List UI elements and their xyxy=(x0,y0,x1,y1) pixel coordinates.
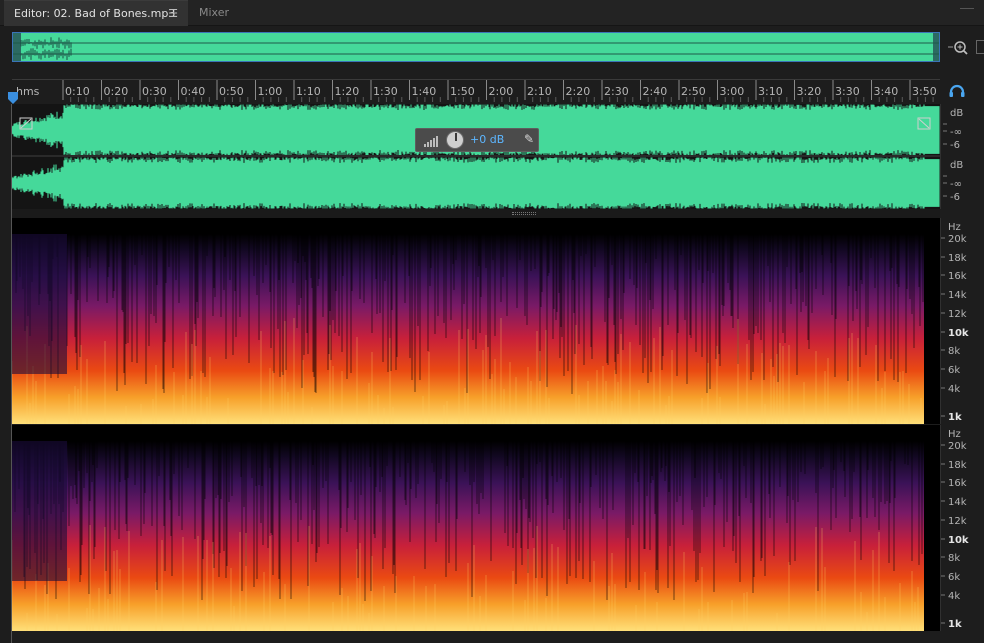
ruler-label: 3:40 xyxy=(874,85,899,98)
hz-label: 8k xyxy=(948,346,960,357)
ruler-label: 3:20 xyxy=(797,85,822,98)
db-minus6-label-ch1: -6 xyxy=(950,140,960,151)
hz-label: 1k xyxy=(948,412,962,423)
ruler-label: 2:50 xyxy=(681,85,706,98)
hz-label: 8k xyxy=(948,553,960,564)
ruler-label: 2:30 xyxy=(604,85,629,98)
hz-label: 4k xyxy=(948,384,960,395)
hz-label: 10k xyxy=(948,328,969,339)
spectral-display-ch2[interactable] xyxy=(12,425,940,631)
hz-label: 14k xyxy=(948,497,967,508)
ruler-label: 3:30 xyxy=(835,85,860,98)
view-splitter[interactable] xyxy=(12,209,940,218)
hz-label: 6k xyxy=(948,365,960,376)
ruler-label: 2:20 xyxy=(566,85,591,98)
frequency-scale-ch2: Hz20k 18k 16k 14k 12k 10k 8k 6k 4k 1k xyxy=(940,425,969,631)
hz-label: 12k xyxy=(948,516,967,527)
ruler-label: 0:20 xyxy=(104,85,129,98)
ruler-label: 0:10 xyxy=(65,85,90,98)
level-meter-icon xyxy=(424,136,438,147)
panel-edge-icon xyxy=(976,40,984,54)
hz-label: 6k xyxy=(948,572,960,583)
ruler-label: 1:30 xyxy=(373,85,398,98)
tab-mixer[interactable]: Mixer xyxy=(189,0,255,26)
volume-knob-icon[interactable] xyxy=(446,131,464,149)
ruler-label: 2:10 xyxy=(527,85,552,98)
ruler-label: 1:10 xyxy=(296,85,321,98)
db-unit-label-ch2: dB xyxy=(950,160,963,171)
hz-label: 16k xyxy=(948,271,967,282)
hz-label: 18k xyxy=(948,253,967,264)
hz-label: 12k xyxy=(948,309,967,320)
hz-label: 20k xyxy=(948,234,967,245)
playhead-marker-icon[interactable] xyxy=(8,92,18,104)
volume-value[interactable]: +0 dB xyxy=(470,133,504,146)
db-inf-label-ch2: -∞ xyxy=(950,179,962,190)
ruler-label: 3:10 xyxy=(758,85,783,98)
ruler-label: 0:40 xyxy=(181,85,206,98)
time-ruler[interactable]: hms 0:10 0:20 0:30 0:40 0:50 1:00 1:10 1:20 1:30… xyxy=(12,79,940,103)
spectrogram-ch2 xyxy=(12,425,940,631)
frequency-scale-ch1: Hz20k 18k 16k 14k 12k 10k 8k 6k 4k 1k xyxy=(940,218,969,424)
hz-label: 14k xyxy=(948,290,967,301)
ruler-label: 2:40 xyxy=(643,85,668,98)
time-ruler-graphic: hms 0:10 0:20 0:30 0:40 0:50 1:00 1:10 1:20 1:30… xyxy=(16,80,937,102)
headphones-icon[interactable] xyxy=(948,84,966,98)
waveform-display[interactable] xyxy=(12,104,940,209)
left-gutter xyxy=(0,104,12,643)
zoom-in-icon[interactable] xyxy=(946,40,970,56)
tab-mixer-label: Mixer xyxy=(199,6,230,19)
overview-waveform[interactable] xyxy=(12,32,940,62)
ruler-label: 0:50 xyxy=(219,85,244,98)
spectrogram-ch1 xyxy=(12,218,940,424)
ruler-label: 3:50 xyxy=(912,85,937,98)
waveform-graphic xyxy=(12,104,940,209)
hz-label: 16k xyxy=(948,478,967,489)
hz-label: 4k xyxy=(948,591,960,602)
hz-label: 18k xyxy=(948,460,967,471)
ruler-label: 0:30 xyxy=(142,85,167,98)
hz-label: 1k xyxy=(948,619,962,630)
panel-tab-bar: Editor: 02. Bad of Bones.mp3 ☰ Mixer xyxy=(0,0,984,26)
ruler-label: 2:00 xyxy=(489,85,514,98)
ruler-label: 1:00 xyxy=(258,85,283,98)
ruler-label: 1:40 xyxy=(412,85,437,98)
hz-label: 20k xyxy=(948,441,967,452)
overview-waveform-graphic xyxy=(13,33,939,61)
panel-edge-line xyxy=(960,8,974,9)
hamburger-icon[interactable]: ☰ xyxy=(168,1,178,27)
db-unit-label-ch1: dB xyxy=(950,108,963,119)
amplitude-scale: dB -∞ -6 dB -∞ -6 xyxy=(940,104,963,209)
ruler-label: 1:20 xyxy=(335,85,360,98)
tab-editor-label: Editor: 02. Bad of Bones.mp3 xyxy=(14,7,176,20)
db-inf-label-ch1: -∞ xyxy=(950,127,962,138)
ruler-unit-label: hms xyxy=(16,85,40,98)
pin-icon[interactable]: ✎ xyxy=(524,132,538,148)
splitter-grip[interactable] xyxy=(512,212,536,215)
ruler-label: 3:00 xyxy=(720,85,745,98)
ruler-label: 1:50 xyxy=(450,85,475,98)
db-minus6-label-ch2: -6 xyxy=(950,192,960,203)
hz-label: 10k xyxy=(948,535,969,546)
hz-unit-label: Hz xyxy=(948,429,961,440)
volume-hud[interactable]: +0 dB ✎ xyxy=(415,128,539,152)
hz-unit-label: Hz xyxy=(948,222,961,233)
spectral-display-ch1[interactable] xyxy=(12,218,940,424)
tab-editor[interactable]: Editor: 02. Bad of Bones.mp3 ☰ xyxy=(4,0,188,26)
